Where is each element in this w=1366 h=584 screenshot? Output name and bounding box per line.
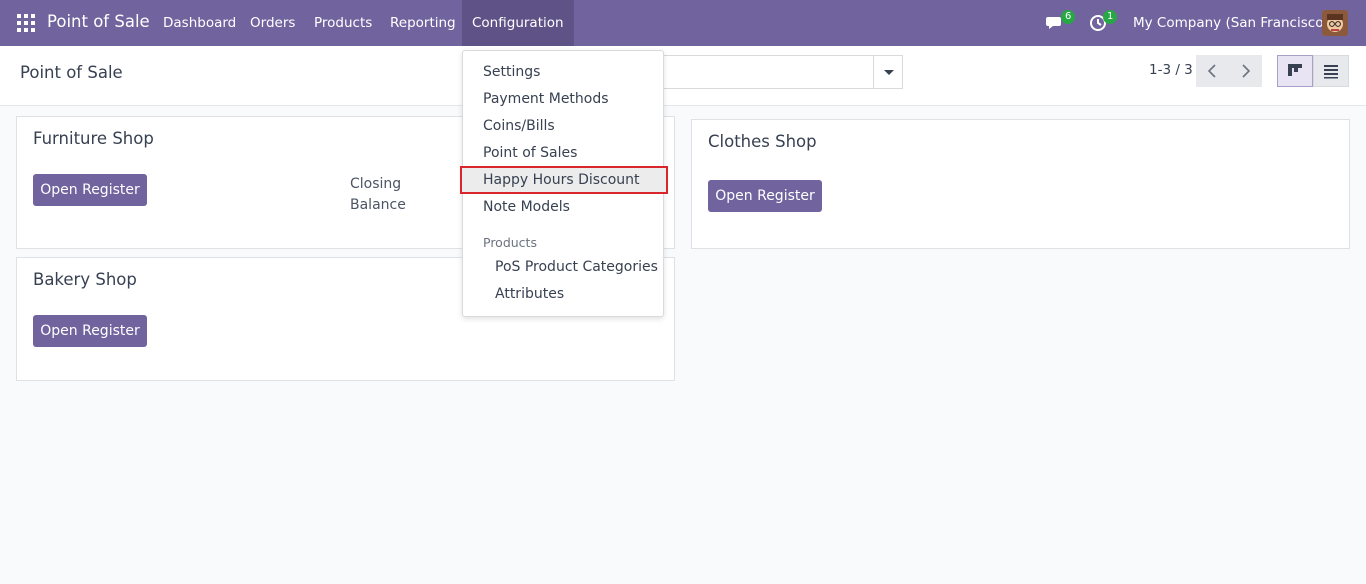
balance-label: Balance — [350, 197, 406, 213]
pager-value[interactable]: 1-3 / 3 — [1149, 62, 1193, 78]
chat-badge: 6 — [1061, 10, 1076, 24]
app-brand[interactable]: Point of Sale — [47, 12, 150, 31]
nav-orders[interactable]: Orders — [250, 0, 295, 46]
search-options-toggle[interactable] — [873, 55, 903, 89]
menu-section-products: Products — [483, 235, 537, 250]
menu-item-point-of-sales[interactable]: Point of Sales — [483, 145, 577, 161]
list-view-button[interactable] — [1313, 55, 1349, 87]
menu-item-payment-methods[interactable]: Payment Methods — [483, 91, 609, 107]
card-title: Clothes Shop — [708, 132, 817, 151]
configuration-dropdown: Settings Payment Methods Coins/Bills Poi… — [460, 50, 668, 317]
kanban-view-button[interactable] — [1277, 55, 1313, 87]
apps-menu-icon[interactable] — [17, 14, 35, 32]
menu-item-pos-product-categories[interactable]: PoS Product Categories — [495, 259, 658, 275]
nav-configuration[interactable]: Configuration — [462, 0, 574, 46]
nav-dashboard[interactable]: Dashboard — [163, 0, 236, 46]
user-avatar[interactable] — [1322, 10, 1348, 36]
menu-item-note-models[interactable]: Note Models — [483, 199, 570, 215]
menu-item-attributes[interactable]: Attributes — [495, 286, 564, 302]
page-title: Point of Sale — [20, 63, 123, 82]
nav-reporting[interactable]: Reporting — [390, 0, 456, 46]
pager-previous-button[interactable] — [1196, 55, 1229, 87]
top-navbar: Point of Sale Dashboard Orders Products … — [0, 0, 1366, 46]
open-register-button[interactable]: Open Register — [708, 180, 822, 212]
menu-item-happy-hours-discount[interactable]: Happy Hours Discount — [483, 172, 640, 188]
pager-next-button[interactable] — [1229, 55, 1262, 87]
company-switcher[interactable]: My Company (San Francisco) — [1133, 0, 1329, 46]
search-input[interactable] — [640, 55, 874, 89]
card-title: Bakery Shop — [33, 270, 137, 289]
pos-card-clothes[interactable]: Clothes Shop Open Register — [691, 119, 1350, 249]
activity-badge: 1 — [1103, 10, 1118, 24]
open-register-button[interactable]: Open Register — [33, 315, 147, 347]
open-register-button[interactable]: Open Register — [33, 174, 147, 206]
nav-products[interactable]: Products — [314, 0, 372, 46]
menu-item-settings[interactable]: Settings — [483, 64, 540, 80]
closing-label: Closing — [350, 176, 402, 192]
menu-item-coins-bills[interactable]: Coins/Bills — [483, 118, 555, 134]
card-title: Furniture Shop — [33, 129, 154, 148]
control-panel: Point of Sale 1-3 / 3 — [0, 46, 1366, 106]
